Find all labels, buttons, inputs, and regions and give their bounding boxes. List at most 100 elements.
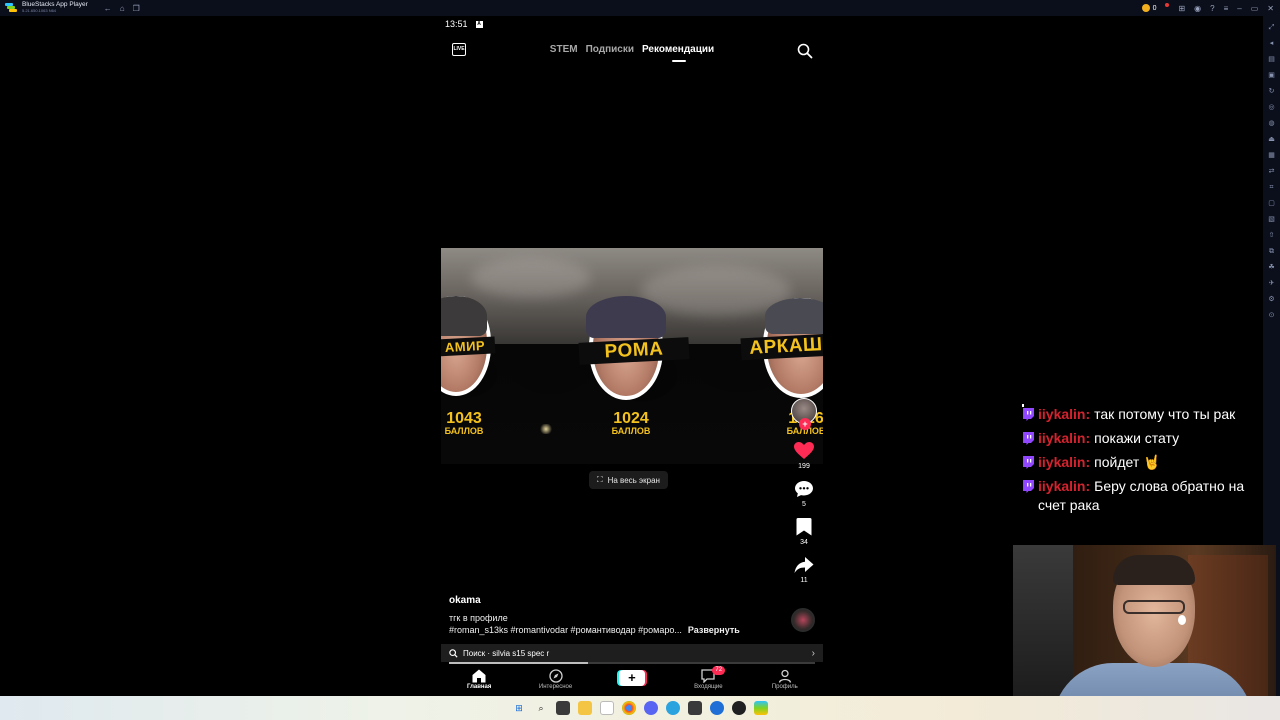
status-app-icon: A [475,20,483,28]
related-search-bar[interactable]: Поиск · silvia s15 spec r › [441,644,823,662]
close-icon[interactable]: ✕ [1267,4,1274,13]
macro-icon[interactable]: ⏏ [1268,134,1276,146]
multi-instance-side-icon[interactable]: ▦ [1268,150,1276,162]
screen: BlueStacks App Player 5.21.650.1063 N64 … [0,0,1280,720]
comment-icon [795,481,813,497]
location-icon[interactable]: ◎ [1268,102,1276,114]
heart-icon [794,442,814,459]
app-version: 5.21.650.1063 N64 [22,8,57,13]
streamer-glasses [1123,600,1185,614]
telegram-icon[interactable] [666,701,680,715]
cap-center [586,296,666,338]
tab-subscriptions[interactable]: Подписки [586,44,634,55]
share-arrow-icon [794,557,814,573]
taskbar-search-icon[interactable]: ⌕ [534,701,548,715]
volume-icon[interactable]: ◂ [1268,38,1276,50]
copy-icon[interactable]: ⧉ [1268,246,1276,258]
menu-icon[interactable]: ≡ [1224,4,1229,13]
nav-home[interactable]: Главная [449,668,509,690]
like-count: 199 [798,463,810,470]
bluestacks-logo-icon [5,3,17,13]
status-bar: 13:51 A [445,19,483,29]
coins-counter[interactable]: 0 [1141,4,1156,12]
windows-start-icon[interactable]: ⊞ [512,701,526,715]
discord-icon[interactable] [644,701,658,715]
home-nav-icon [472,669,486,683]
expand-description-button[interactable]: Развернуть [688,625,740,635]
minimize-icon[interactable]: – [1237,4,1241,13]
sync-icon[interactable]: ⇄ [1268,166,1276,178]
nav-create[interactable]: + [602,668,662,686]
bookmark-icon [796,518,812,536]
file-explorer-icon[interactable] [578,701,592,715]
tab-stem[interactable]: STEM [550,44,578,55]
eco-mode-icon[interactable]: ☘ [1268,262,1276,274]
bottom-navigation: Главная Интересное + 72 Входящие Профиль [441,666,823,696]
chat-message: iiykalin: пойдет 🤘 [1022,453,1262,472]
chat-text: пойдет 🤘 [1094,454,1161,470]
settings-icon[interactable]: ⚙ [1268,294,1276,306]
app-title-bar: BlueStacks App Player 5.21.650.1063 N64 … [0,0,1280,16]
screenshot-icon[interactable]: ⌗ [1268,182,1276,194]
streamer-hair [1113,555,1195,585]
nav-discover[interactable]: Интересное [526,668,586,690]
follow-plus-icon[interactable]: + [799,418,811,430]
chat-username: iiykalin: [1038,430,1091,446]
tab-recommendations[interactable]: Рекомендации [642,44,714,62]
author-name[interactable]: okama [449,595,481,606]
obs-icon[interactable] [732,701,746,715]
save-button[interactable]: 34 [796,518,812,546]
compass-icon [548,669,563,683]
notepad-icon[interactable] [600,701,614,715]
home-icon[interactable]: ⌂ [120,4,125,13]
streamer-earbud [1178,615,1186,625]
like-button[interactable]: 199 [794,442,814,470]
search-small-icon [449,648,458,658]
feed-tabs: STEM Подписки Рекомендации [441,44,823,62]
restore-icon[interactable]: ▭ [1251,4,1259,13]
install-apk-icon[interactable]: ⇧ [1268,230,1276,242]
media-folder-icon[interactable]: ▧ [1268,214,1276,226]
task-view-icon[interactable] [556,701,570,715]
multi-instance-icon[interactable]: ❐ [133,4,140,13]
account-icon[interactable]: ◉ [1194,4,1201,13]
help-icon[interactable]: ? [1210,4,1214,13]
nav-inbox[interactable]: 72 Входящие [678,666,738,690]
bluestacks-taskbar-icon[interactable] [754,701,768,715]
video-progress-fill [449,662,589,664]
twitch-icon [1023,456,1034,469]
gamepad-icon[interactable]: ▣ [1268,70,1276,82]
chat-message: iiykalin: покажи стату [1022,429,1262,448]
back-icon[interactable]: ← [104,4,112,13]
video-progress-bar[interactable] [449,662,815,664]
messenger-icon[interactable] [710,701,724,715]
music-disc-icon[interactable] [791,608,815,632]
nav-profile[interactable]: Профиль [755,668,815,690]
comment-button[interactable]: 5 [794,480,814,508]
search-icon[interactable] [797,43,813,59]
video-player[interactable]: АМИР 1043 БАЛЛОВ РОМА 1024 БАЛЛОВ АРКАШ … [441,248,823,464]
share-button[interactable]: 11 [794,556,814,584]
record-icon[interactable]: ▢ [1268,198,1276,210]
hashtags[interactable]: #roman_s13ks #romantivodar #романтиводар… [449,625,682,635]
fullscreen-toggle-icon[interactable]: ⤢ [1268,22,1276,34]
airplane-icon[interactable]: ✈ [1268,278,1276,290]
gift-icon[interactable]: ⊞ [1178,4,1185,13]
chrome-icon[interactable] [622,701,636,715]
chat-username: iiykalin: [1038,454,1091,470]
more-icon[interactable]: ⊙ [1268,310,1276,322]
creator-avatar[interactable]: + [791,398,817,430]
lock-app-icon[interactable] [688,701,702,715]
cap-left [441,296,487,336]
windows-taskbar: ⊞ ⌕ [0,696,1280,720]
webcam-feed [1013,545,1276,720]
share-count: 11 [800,577,808,584]
rotate-icon[interactable]: ↻ [1268,86,1276,98]
name-label-right: АРКАШ [740,333,823,361]
chat-text: покажи стату [1094,430,1180,446]
shake-icon[interactable]: ◍ [1268,118,1276,130]
name-label-left: АМИР [441,336,496,357]
keyboard-icon[interactable]: ▤ [1268,54,1276,66]
fullscreen-button[interactable]: ⛶ На весь экран [589,471,668,489]
twitch-icon [1023,432,1034,445]
